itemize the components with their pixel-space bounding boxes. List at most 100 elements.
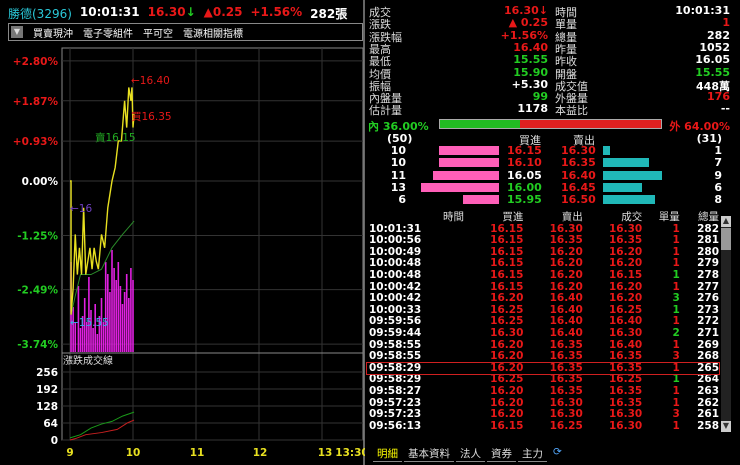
column-header: 成交 [621, 211, 643, 223]
bid-price[interactable]: 16.10 [507, 156, 542, 169]
ask-price[interactable]: 16.40 [561, 169, 596, 182]
tick-row[interactable]: 09:57:23 16.20 16.30 16.30 3 261 [367, 408, 719, 421]
tick-cell: 3 [672, 408, 680, 421]
bottom-tabs: 明細 基本資料 法人 資券 主力 ⟳ [373, 446, 566, 462]
bid-bar [463, 195, 499, 205]
tick-cell: 16.35 [608, 384, 643, 397]
quote-value: -- [720, 102, 730, 116]
ask-price[interactable]: 16.45 [561, 181, 596, 194]
tick-row[interactable]: 10:00:42 16.20 16.40 16.20 3 276 [367, 293, 719, 305]
tab[interactable]: 主力 [518, 446, 547, 462]
quote-value: 282 [707, 28, 730, 42]
tick-row[interactable]: 09:58:27 16.20 16.35 16.35 1 263 [367, 384, 719, 398]
bid-bar [439, 158, 499, 168]
tab[interactable]: 明細 [373, 446, 402, 462]
lower-y-tick: 128 [36, 401, 58, 413]
header-price: 16.30 [147, 5, 186, 19]
y-tick-label: +2.80% [13, 56, 59, 68]
tick-cell: 16.40 [549, 326, 583, 339]
quote-value: 1 [722, 16, 730, 30]
tick-cell: 16.30 [549, 408, 583, 421]
column-header: 單量 [658, 211, 680, 223]
tick-cell: 16.40 [549, 292, 583, 305]
intraday-chart[interactable]: +2.80% +1.87% +0.93% 0.00% -1.25% -2.49% -3.74… [0, 44, 365, 465]
quote-label: 本益比 [555, 104, 588, 118]
quote-value: 176 [707, 90, 730, 104]
bid-price[interactable]: 15.95 [507, 193, 542, 206]
quote-value: 10:01:31 [675, 4, 730, 17]
tab[interactable]: 資券 [487, 446, 516, 462]
tick-row[interactable]: 09:56:13 16.15 16.25 16.30 1 258 [367, 419, 719, 433]
tick-row[interactable]: 09:59:44 16.30 16.40 16.30 2 271 [367, 326, 719, 340]
bid-price[interactable]: 16.00 [507, 181, 542, 194]
price-line [70, 87, 135, 315]
ask-qty: 8 [714, 193, 722, 207]
quote-value: +5.30 [511, 77, 548, 91]
tick-row[interactable]: 10:00:48 16.15 16.20 16.15 1 278 [367, 268, 719, 282]
down-arrow-icon: ↓ [185, 5, 196, 19]
tick-cell: 276 [697, 292, 719, 305]
ask-price[interactable]: 16.50 [561, 193, 596, 206]
tag-bar: ▼ 買賣現沖 電子零組件 平可空 電源相關指標 [8, 23, 363, 41]
tick-cell: 263 [697, 384, 719, 397]
tick-cell: 09:56:13 [369, 419, 422, 432]
bid-bar [439, 146, 499, 155]
ask-price[interactable]: 16.35 [561, 156, 596, 169]
bid-bar [433, 170, 499, 180]
header-change: ▲0.25 [203, 5, 243, 19]
tag[interactable]: 電子零組件 [83, 25, 133, 40]
y-tick-label: -1.25% [17, 231, 58, 243]
scroll-up-icon[interactable]: ▲ [721, 216, 731, 227]
ask-qty: 6 [714, 180, 722, 194]
refresh-icon[interactable]: ⟳ [549, 446, 566, 462]
quote-value: 15.55 [513, 53, 548, 67]
tick-cell: 278 [697, 268, 719, 281]
tick-cell: 16.20 [490, 350, 524, 363]
ask-qty: 9 [714, 168, 722, 182]
tick-cell: 1 [672, 268, 680, 281]
annotation-mid: ←16 [70, 203, 92, 215]
tick-cell: 1 [672, 419, 680, 432]
annotation-high: ←16.40 [131, 75, 170, 87]
ask-bar [603, 170, 662, 180]
tick-cell: 16.35 [549, 384, 583, 397]
tick-cell: 16.20 [549, 268, 583, 281]
quote-value: 16.05 [695, 53, 730, 67]
y-tick-label: -3.74% [17, 339, 58, 351]
tick-cell: 16.35 [608, 350, 643, 363]
quote-value: 16.40 [513, 40, 548, 54]
tick-list: 時間 買進 賣出 成交 單量 總量 10:01:31 16.15 16.30 16.30 1 282 1… [366, 211, 720, 433]
tag[interactable]: 買賣現沖 [33, 25, 73, 40]
scroll-down-icon[interactable]: ▼ [721, 421, 731, 432]
x-tick-label: 9 [66, 447, 73, 459]
ask-bar [603, 182, 642, 192]
tab[interactable]: 法人 [456, 446, 485, 462]
tag[interactable]: 平可空 [143, 25, 173, 40]
tick-cell: 16.25 [549, 419, 583, 432]
stock-name[interactable]: 勝德(3296) [8, 5, 72, 21]
bid-price[interactable]: 16.05 [507, 169, 542, 182]
y-tick-label: -2.49% [17, 285, 58, 297]
dropdown-icon[interactable]: ▼ [11, 26, 23, 38]
bid-price[interactable]: 16.15 [507, 144, 542, 157]
annotation-low: ←15.55 [70, 317, 109, 329]
tick-cell: 16.20 [490, 384, 524, 397]
scroll-thumb[interactable] [721, 228, 731, 250]
scrollbar[interactable]: ▲ ▼ [721, 216, 731, 432]
bid-qty: 10 [390, 156, 406, 170]
quote-value: 15.55 [695, 65, 730, 79]
tab[interactable]: 基本資料 [404, 446, 454, 462]
tick-cell: 16.35 [549, 350, 583, 363]
quote-label: 估計量 [369, 104, 402, 118]
tag[interactable]: 電源相關指標 [183, 25, 243, 40]
tick-cell: 1 [672, 384, 680, 397]
ask-price[interactable]: 16.30 [561, 144, 596, 157]
tick-cell: 3 [672, 292, 680, 305]
quote-value: 1178 [517, 102, 548, 116]
x-tick-label: 13:30 [335, 447, 365, 459]
bid-qty: 13 [390, 180, 406, 194]
column-header: 時間 [442, 211, 464, 223]
tick-cell: 09:58:55 [369, 350, 422, 363]
ask-bar [603, 146, 610, 155]
tick-row[interactable]: 09:58:55 16.20 16.35 16.35 3 268 [367, 351, 719, 363]
